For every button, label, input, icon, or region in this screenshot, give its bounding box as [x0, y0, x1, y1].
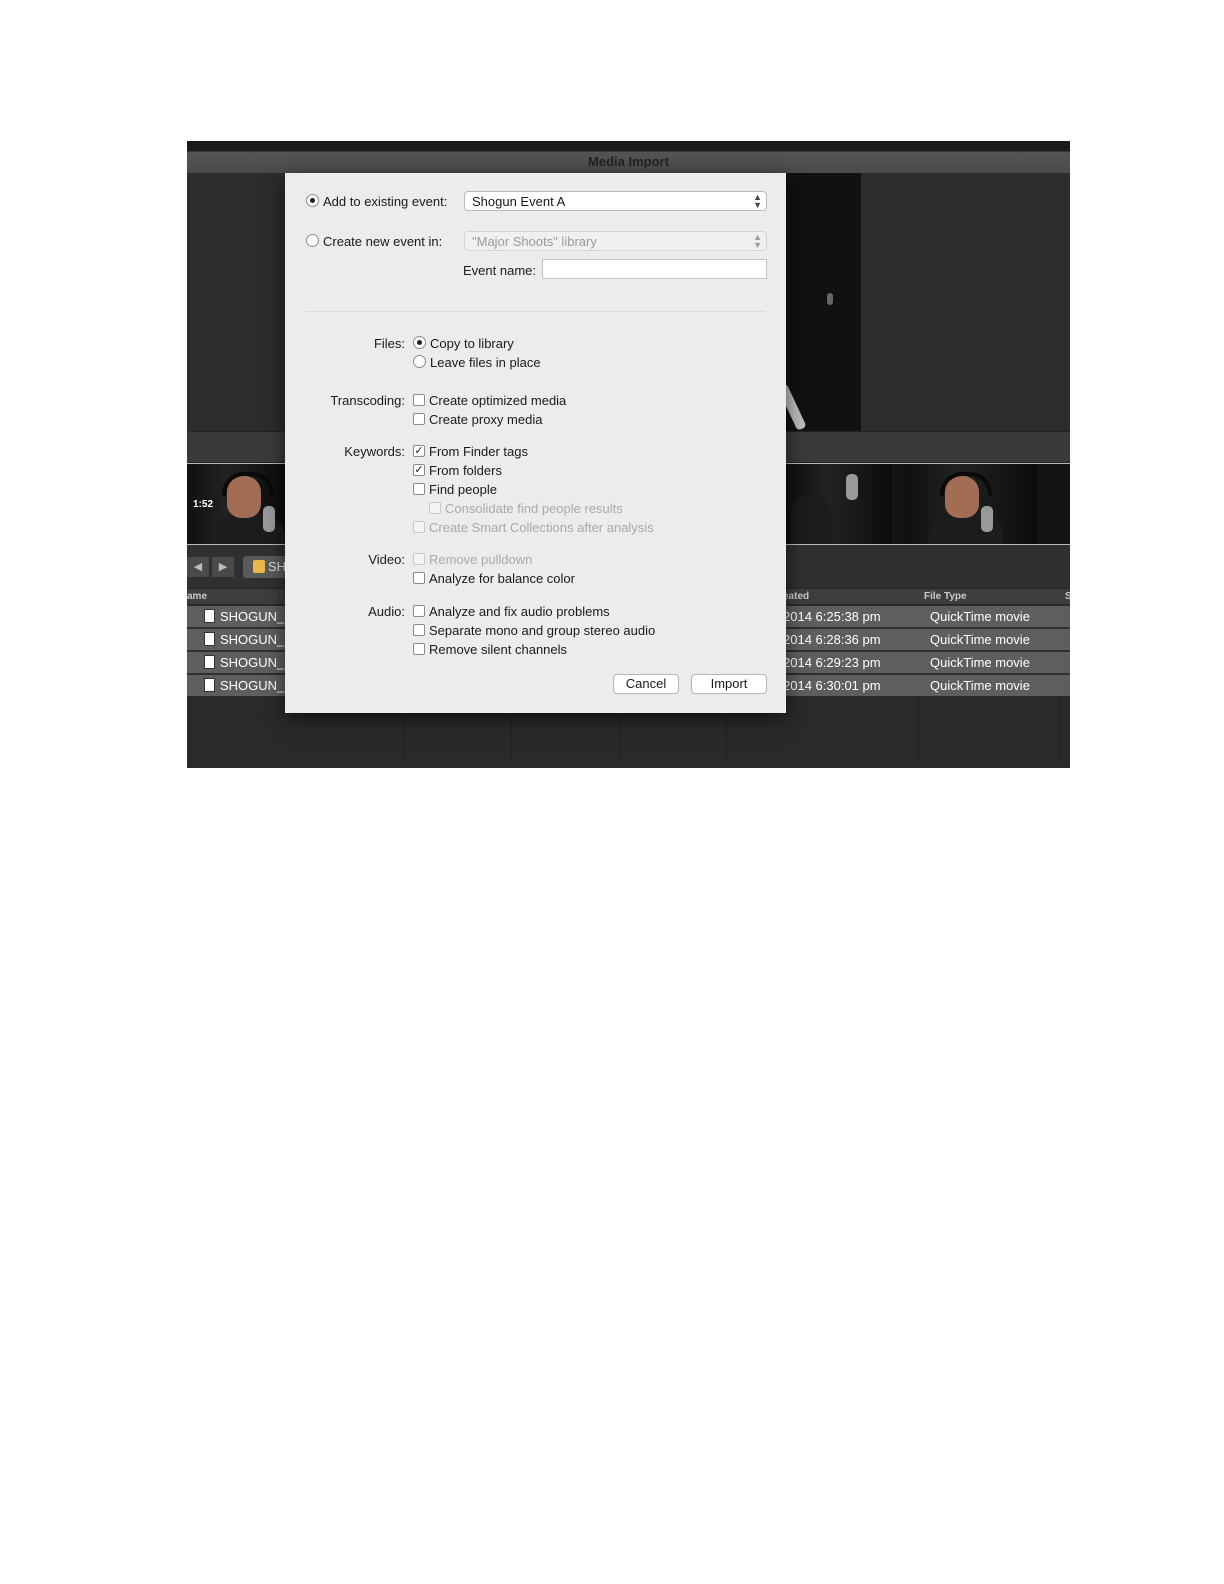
- file-icon: [204, 632, 215, 646]
- chevron-updown-icon: ▲ ▼: [753, 232, 762, 250]
- leave-files-label[interactable]: Leave files in place: [430, 355, 541, 370]
- leave-files-radio[interactable]: [413, 355, 426, 368]
- remove-silent-checkbox[interactable]: [413, 643, 425, 655]
- transcoding-label: Transcoding:: [330, 393, 405, 408]
- title-bar: Media Import: [187, 141, 1070, 173]
- file-name: SHOGUN_S: [220, 609, 293, 624]
- video-label: Video:: [368, 552, 405, 567]
- file-name: SHOGUN_S: [220, 655, 293, 670]
- forward-icon[interactable]: ▶: [212, 557, 234, 577]
- headphones-icon: [222, 472, 274, 496]
- folder-icon: [253, 560, 265, 573]
- file-created: 2014 6:28:36 pm: [783, 632, 881, 647]
- file-type: QuickTime movie: [930, 678, 1030, 693]
- clip-duration: 1:52: [193, 499, 214, 510]
- microphone-icon: [846, 474, 858, 500]
- separate-mono-label[interactable]: Separate mono and group stereo audio: [429, 623, 655, 638]
- finder-tags-checkbox[interactable]: ✓: [413, 445, 425, 457]
- column-divider: [918, 696, 919, 761]
- find-people-checkbox[interactable]: [413, 483, 425, 495]
- folder-label: SH: [268, 559, 287, 574]
- proxy-media-label[interactable]: Create proxy media: [429, 412, 542, 427]
- microphone-icon: [981, 506, 993, 532]
- file-created: 2014 6:25:38 pm: [783, 609, 881, 624]
- balance-color-label[interactable]: Analyze for balance color: [429, 571, 575, 586]
- consolidate-people-checkbox[interactable]: [429, 502, 441, 514]
- import-button[interactable]: Import: [691, 674, 767, 694]
- viewer-highlight: [827, 293, 833, 305]
- smart-collections-label: Create Smart Collections after analysis: [429, 520, 654, 535]
- from-folders-checkbox[interactable]: ✓: [413, 464, 425, 476]
- column-header-name[interactable]: ame: [187, 591, 207, 602]
- window-title: Media Import: [588, 154, 669, 169]
- library-select[interactable]: "Major Shoots" library ▲ ▼: [464, 231, 767, 251]
- file-type: QuickTime movie: [930, 655, 1030, 670]
- file-type: QuickTime movie: [930, 609, 1030, 624]
- cancel-button[interactable]: Cancel: [613, 674, 679, 694]
- section-divider: [305, 311, 765, 312]
- column-header-created[interactable]: eated: [783, 591, 809, 602]
- library-value: "Major Shoots" library: [472, 234, 597, 249]
- files-label: Files:: [373, 336, 405, 351]
- keywords-label: Keywords:: [344, 444, 405, 459]
- add-existing-label[interactable]: Add to existing event:: [323, 194, 447, 209]
- column-header-file-type[interactable]: File Type: [924, 591, 967, 602]
- remove-pulldown-checkbox[interactable]: [413, 553, 425, 565]
- smart-collections-checkbox[interactable]: [413, 521, 425, 533]
- media-import-dialog: Add to existing event: Shogun Event A ▲ ▼…: [285, 173, 786, 713]
- file-name: SHOGUN_S: [220, 678, 293, 693]
- consolidate-people-label: Consolidate find people results: [445, 501, 623, 516]
- existing-event-select[interactable]: Shogun Event A ▲ ▼: [464, 191, 767, 211]
- viewer-video-frame: [783, 173, 861, 431]
- copy-to-library-radio[interactable]: [413, 336, 426, 349]
- create-new-label[interactable]: Create new event in:: [323, 234, 442, 249]
- create-new-radio[interactable]: [306, 234, 319, 247]
- column-header-extra[interactable]: S: [1065, 591, 1070, 602]
- headphones-icon: [940, 472, 992, 496]
- fix-audio-checkbox[interactable]: [413, 605, 425, 617]
- find-people-label[interactable]: Find people: [429, 482, 497, 497]
- file-created: 2014 6:30:01 pm: [783, 678, 881, 693]
- file-type: QuickTime movie: [930, 632, 1030, 647]
- existing-event-value: Shogun Event A: [472, 194, 566, 209]
- remove-silent-label[interactable]: Remove silent channels: [429, 642, 567, 657]
- add-existing-radio[interactable]: [306, 194, 319, 207]
- filmstrip-thumbnail[interactable]: 1:52: [187, 464, 285, 544]
- audio-label: Audio:: [368, 604, 405, 619]
- optimized-media-label[interactable]: Create optimized media: [429, 393, 566, 408]
- remove-pulldown-label: Remove pulldown: [429, 552, 533, 567]
- finder-tags-label[interactable]: From Finder tags: [429, 444, 528, 459]
- event-name-field[interactable]: [542, 259, 767, 279]
- filmstrip-thumbnail[interactable]: [786, 464, 892, 544]
- file-name: SHOGUN_S: [220, 632, 293, 647]
- proxy-media-checkbox[interactable]: [413, 413, 425, 425]
- copy-to-library-label[interactable]: Copy to library: [430, 336, 514, 351]
- separate-mono-checkbox[interactable]: [413, 624, 425, 636]
- microphone-icon: [263, 506, 275, 532]
- file-created: 2014 6:29:23 pm: [783, 655, 881, 670]
- file-icon: [204, 678, 215, 692]
- chevron-updown-icon: ▲ ▼: [753, 192, 762, 210]
- back-icon[interactable]: ◀: [187, 557, 209, 577]
- event-name-label: Event name:: [463, 263, 536, 278]
- balance-color-checkbox[interactable]: [413, 572, 425, 584]
- fix-audio-label[interactable]: Analyze and fix audio problems: [429, 604, 610, 619]
- thumbnail-person-body: [791, 494, 831, 544]
- file-icon: [204, 609, 215, 623]
- column-divider: [1059, 696, 1060, 761]
- optimized-media-checkbox[interactable]: [413, 394, 425, 406]
- filmstrip-thumbnail[interactable]: [903, 464, 1037, 544]
- from-folders-label[interactable]: From folders: [429, 463, 502, 478]
- file-icon: [204, 655, 215, 669]
